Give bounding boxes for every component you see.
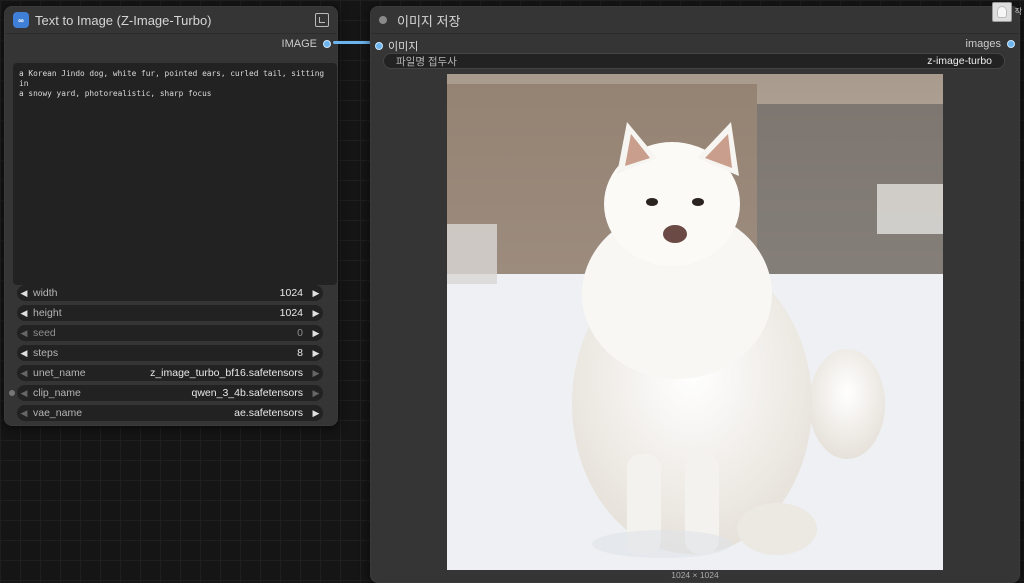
widget-label: vae_name: [33, 407, 83, 419]
output-socket[interactable]: [1007, 40, 1015, 48]
clip-name-widget[interactable]: ◀ clip_name qwen_3_4b.safetensors ▶: [17, 385, 323, 401]
output-image-row: IMAGE: [282, 38, 331, 50]
widget-value: ae.safetensors: [234, 407, 303, 419]
widget-value: 0: [297, 327, 303, 339]
decrement-arrow-icon[interactable]: ◀: [17, 308, 31, 319]
image-size-label: 1024 × 1024: [671, 570, 719, 580]
node-title-bar[interactable]: ∞ Text to Image (Z-Image-Turbo): [5, 7, 337, 34]
save-image-node[interactable]: 이미지 저장 이미지 images 파일명 접두사 z-image-turbo: [370, 6, 1020, 583]
increment-arrow-icon[interactable]: ▶: [309, 308, 323, 319]
corner-label: 작: [1014, 7, 1022, 16]
node-title: Text to Image (Z-Image-Turbo): [35, 12, 212, 28]
seed-widget[interactable]: ◀ seed 0 ▶: [17, 325, 323, 341]
decrement-arrow-icon[interactable]: ◀: [17, 328, 31, 339]
increment-arrow-icon[interactable]: ▶: [309, 368, 323, 379]
steps-widget[interactable]: ◀ steps 8 ▶: [17, 345, 323, 361]
decrement-arrow-icon[interactable]: ◀: [17, 348, 31, 359]
avatar[interactable]: [992, 2, 1012, 22]
prompt-textarea[interactable]: a Korean Jindo dog, white fur, pointed e…: [13, 63, 337, 285]
widget-label: clip_name: [33, 387, 81, 399]
increment-arrow-icon[interactable]: ▶: [309, 408, 323, 419]
expand-icon[interactable]: [315, 13, 329, 27]
widget-value: 8: [297, 347, 303, 359]
output-label: images: [965, 38, 1001, 50]
widget-value: qwen_3_4b.safetensors: [191, 387, 304, 399]
input-label: 이미지: [388, 41, 419, 53]
clip-input-dot[interactable]: [9, 390, 15, 396]
decrement-arrow-icon[interactable]: ◀: [17, 368, 31, 379]
widget-value: 1024: [279, 287, 303, 299]
decrement-arrow-icon[interactable]: ◀: [17, 388, 31, 399]
widget-label: seed: [33, 327, 56, 339]
widget-label: width: [33, 287, 58, 299]
node-title: 이미지 저장: [397, 13, 461, 29]
widget-label: height: [33, 307, 62, 319]
prefix-value: z-image-turbo: [927, 55, 992, 67]
output-label: IMAGE: [281, 38, 317, 50]
connection-link[interactable]: [333, 41, 375, 44]
node-title-bar[interactable]: 이미지 저장: [371, 7, 1019, 34]
width-widget[interactable]: ◀ width 1024 ▶: [17, 285, 323, 301]
input-image-row: 이미지: [375, 38, 418, 54]
dog-image: [447, 74, 943, 570]
decrement-arrow-icon[interactable]: ◀: [17, 408, 31, 419]
workflow-app-icon: ∞: [13, 12, 29, 28]
decrement-arrow-icon[interactable]: ◀: [17, 288, 31, 299]
unet-name-widget[interactable]: ◀ unet_name z_image_turbo_bf16.safetenso…: [17, 365, 323, 381]
collapse-dot-icon[interactable]: [379, 16, 387, 24]
output-socket[interactable]: [323, 40, 331, 48]
increment-arrow-icon[interactable]: ▶: [309, 388, 323, 399]
vae-name-widget[interactable]: ◀ vae_name ae.safetensors ▶: [17, 405, 323, 421]
increment-arrow-icon[interactable]: ▶: [309, 328, 323, 339]
filename-prefix-field[interactable]: 파일명 접두사 z-image-turbo: [383, 53, 1005, 69]
height-widget[interactable]: ◀ height 1024 ▶: [17, 305, 323, 321]
widget-value: 1024: [279, 307, 303, 319]
widget-label: steps: [33, 347, 59, 359]
input-socket[interactable]: [375, 42, 383, 50]
increment-arrow-icon[interactable]: ▶: [309, 348, 323, 359]
increment-arrow-icon[interactable]: ▶: [309, 288, 323, 299]
image-preview[interactable]: [447, 74, 943, 570]
widget-value: z_image_turbo_bf16.safetensors: [150, 367, 303, 379]
prefix-label: 파일명 접두사: [396, 55, 457, 68]
widget-label: unet_name: [33, 367, 86, 379]
output-images-row: images: [966, 38, 1015, 50]
text-to-image-node[interactable]: ∞ Text to Image (Z-Image-Turbo) IMAGE a …: [4, 6, 338, 426]
